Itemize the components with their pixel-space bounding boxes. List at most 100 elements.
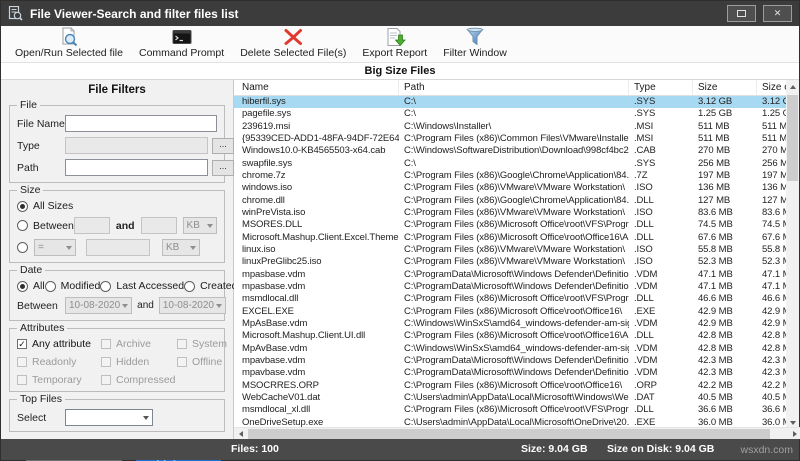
cell-type: .VDM xyxy=(634,367,658,379)
size-between-radio[interactable] xyxy=(17,220,28,231)
cell-type: .VDM xyxy=(634,342,658,354)
table-row[interactable]: Windows10.0-KB4565503-x64.cab C:\Windows\… xyxy=(234,145,788,157)
cell-type: .ISO xyxy=(634,256,653,268)
table-row[interactable]: MSOCRRES.ORP C:\Program Files (x86)\Micro… xyxy=(234,380,788,392)
radio-icon xyxy=(100,280,112,292)
date-option-created[interactable]: Created xyxy=(184,280,237,292)
table-row[interactable]: linux.iso C:\Program Files (x86)\VMware\V… xyxy=(234,244,788,256)
cell-size: 55.8 MB xyxy=(698,244,733,256)
vertical-scroll-thumb[interactable] xyxy=(787,95,798,181)
table-row[interactable]: {95339CED-ADD1-48FA-94DF-72E64B7893D6...… xyxy=(234,133,788,145)
cell-size: 42.9 MB xyxy=(698,305,733,317)
cell-path: C:\Windows\Installer\ xyxy=(404,120,492,132)
table-row[interactable]: WebCacheV01.dat C:\Users\admin\AppData\Lo… xyxy=(234,392,788,404)
horizontal-scroll-thumb[interactable] xyxy=(248,429,770,439)
column-header-type[interactable]: Type xyxy=(629,80,693,95)
table-row[interactable]: MpAsBase.vdm C:\Windows\WinSxS\amd64_wind… xyxy=(234,318,788,330)
chevron-down-icon xyxy=(66,245,72,250)
size-exact-unit-value: KB xyxy=(166,242,180,253)
table-row[interactable]: mpavbase.vdm C:\ProgramData\Microsoft\Win… xyxy=(234,367,788,379)
file-name-input[interactable] xyxy=(65,115,217,132)
size-operator-value: = xyxy=(38,242,44,253)
cell-type: .DAT xyxy=(634,392,655,404)
date-and-label: and xyxy=(137,300,154,311)
cell-name: winPreVista.iso xyxy=(242,207,306,219)
cell-type: .VDM xyxy=(634,268,658,280)
table-row[interactable]: chrome.7z C:\Program Files (x86)\Google\C… xyxy=(234,170,788,182)
cell-name: mpasbase.vdm xyxy=(242,268,306,280)
checkbox-hidden: Hidden xyxy=(101,356,177,368)
top-files-select[interactable] xyxy=(65,409,153,426)
table-row[interactable]: linuxPreGlibc25.iso C:\Program Files (x86… xyxy=(234,256,788,268)
table-row[interactable]: windows.iso C:\Program Files (x86)\VMware… xyxy=(234,182,788,194)
cell-path: C:\Program Files (x86)\Microsoft Office\… xyxy=(404,219,629,231)
table-row[interactable]: msmdlocal_xl.dll C:\Program Files (x86)\M… xyxy=(234,404,788,416)
table-row[interactable]: pagefile.sys C:\ .SYS 1.25 GB 1.25 GB xyxy=(234,108,788,120)
checkbox-label: Offline xyxy=(192,356,223,368)
file-name-label: File Name xyxy=(17,117,65,130)
column-header-size-on-disk[interactable]: Size on Disk xyxy=(757,80,788,95)
open-run-selected-file-button[interactable]: Open/Run Selected file xyxy=(7,27,131,63)
checkbox-icon xyxy=(177,339,187,349)
title-bar: File Viewer-Search and filter files list… xyxy=(1,1,799,26)
size-exact-radio[interactable] xyxy=(17,242,28,253)
size-operator-select: = xyxy=(34,239,76,256)
cell-name: linuxPreGlibc25.iso xyxy=(242,256,322,268)
table-row[interactable]: winPreVista.iso C:\Program Files (x86)\VM… xyxy=(234,207,788,219)
column-header-size[interactable]: Size xyxy=(693,80,757,95)
table-row[interactable]: MSORES.DLL C:\Program Files (x86)\Microso… xyxy=(234,219,788,231)
column-header-path[interactable]: Path xyxy=(399,80,629,95)
checkbox-compressed: Compressed xyxy=(101,374,177,386)
cell-size: 511 MB xyxy=(698,133,730,145)
table-row[interactable]: Microsoft.Mashup.Client.Excel.Themes.dll… xyxy=(234,232,788,244)
cell-name: swapfile.sys xyxy=(242,157,293,169)
maximize-button[interactable] xyxy=(727,5,756,22)
table-row[interactable]: MpAvBase.vdm C:\Windows\WinSxS\amd64_wind… xyxy=(234,343,788,355)
delete-selected-files-button[interactable]: Delete Selected File(s) xyxy=(232,27,354,63)
cell-sod: 42.9 MB xyxy=(762,318,788,330)
path-browse-button[interactable]: ... xyxy=(212,159,234,176)
table-row[interactable]: 239619.msi C:\Windows\Installer\ .MSI 511 M… xyxy=(234,121,788,133)
date-option-all[interactable]: All xyxy=(17,280,45,292)
cell-path: C:\Program Files (x86)\Microsoft Office\… xyxy=(404,293,629,305)
cell-type: .DLL xyxy=(634,219,654,231)
app-window: File Viewer-Search and filter files list… xyxy=(0,0,800,461)
table-row[interactable]: hiberfil.sys C:\ .SYS 3.12 GB 3.12 GB xyxy=(234,96,788,109)
cell-name: MSORES.DLL xyxy=(242,219,303,231)
horizontal-scrollbar[interactable] xyxy=(234,427,800,439)
scroll-up-button[interactable] xyxy=(786,80,799,93)
cell-size: 256 MB xyxy=(698,157,731,169)
table-row[interactable]: Microsoft.Mashup.Client.UI.dll C:\Program… xyxy=(234,330,788,342)
path-input[interactable] xyxy=(65,159,208,176)
date-to-select: 10-08-2020 xyxy=(158,297,226,314)
command-prompt-button[interactable]: Command Prompt xyxy=(131,27,232,63)
close-button[interactable]: ✕ xyxy=(763,5,792,22)
table-row[interactable]: mpasbase.vdm C:\ProgramData\Microsoft\Win… xyxy=(234,269,788,281)
cell-name: WebCacheV01.dat xyxy=(242,392,321,404)
table-row[interactable]: msmdlocal.dll C:\Program Files (x86)\Micr… xyxy=(234,293,788,305)
checkbox-any-attribute[interactable]: ✓ Any attribute xyxy=(17,338,101,350)
column-header-name[interactable]: Name xyxy=(234,80,399,95)
list-title: Big Size Files xyxy=(1,63,799,80)
date-option-last-accessed[interactable]: Last Accessed xyxy=(100,280,184,292)
cell-size: 67.6 MB xyxy=(698,231,733,243)
cell-sod: 42.3 MB xyxy=(762,367,788,379)
date-option-modified[interactable]: Modified xyxy=(44,280,100,292)
cell-sod: 42.3 MB xyxy=(762,355,788,367)
type-browse-button[interactable]: ... xyxy=(212,137,234,154)
vertical-scrollbar[interactable] xyxy=(786,80,799,429)
table-row[interactable]: EXCEL.EXE C:\Program Files (x86)\Microsof… xyxy=(234,306,788,318)
export-report-button[interactable]: Export Report xyxy=(354,27,435,63)
all-sizes-radio[interactable] xyxy=(17,200,28,212)
cell-sod: 55.8 MB xyxy=(762,244,788,256)
table-row[interactable]: mpavbase.vdm C:\ProgramData\Microsoft\Win… xyxy=(234,355,788,367)
checkbox-label: Compressed xyxy=(116,374,176,386)
filter-window-button[interactable]: Filter Window xyxy=(435,27,515,63)
table-row[interactable]: mpasbase.vdm C:\ProgramData\Microsoft\Win… xyxy=(234,281,788,293)
cell-name: mpasbase.vdm xyxy=(242,281,306,293)
size-between-label: Between xyxy=(33,219,74,232)
table-row[interactable]: swapfile.sys C:\ .SYS 256 MB 256 MB xyxy=(234,158,788,170)
table-row[interactable]: chrome.dll C:\Program Files (x86)\Google\… xyxy=(234,195,788,207)
cell-path: C:\Program Files (x86)\Common Files\VMwa… xyxy=(404,133,629,145)
cell-size: 47.1 MB xyxy=(698,281,733,293)
